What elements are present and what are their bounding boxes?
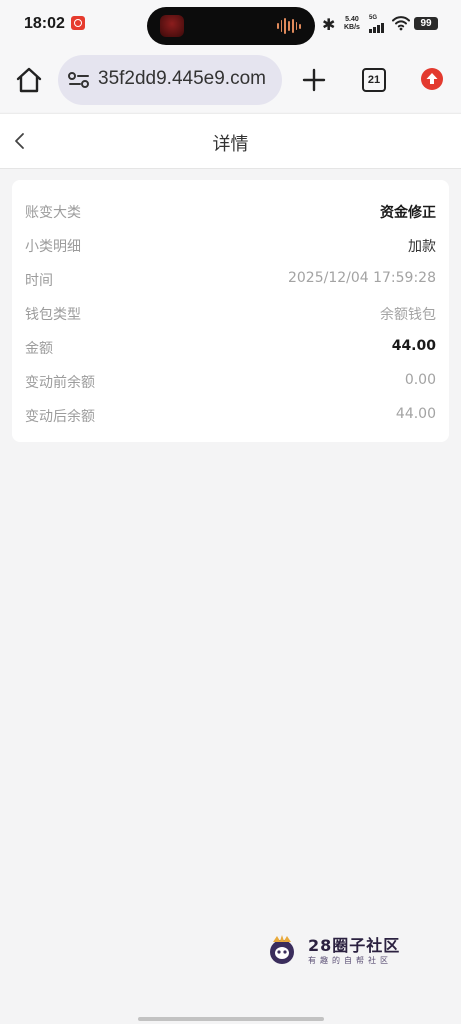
- audio-wave-icon: [277, 17, 302, 35]
- tab-switcher-button[interactable]: 21: [362, 68, 386, 92]
- url-text[interactable]: 35f2dd9.445e9.com: [98, 68, 278, 90]
- detail-value: 资金修正: [380, 205, 436, 221]
- detail-row-category: 账变大类 资金修正: [25, 200, 436, 224]
- detail-value: 余额钱包: [380, 307, 436, 323]
- bluetooth-icon: ✱: [322, 15, 336, 34]
- detail-row-balance-after: 变动后余额 44.00: [25, 404, 436, 428]
- arrow-up-icon: [426, 73, 438, 84]
- detail-row-wallet-type: 钱包类型 余额钱包: [25, 302, 436, 326]
- detail-row-time: 时间 2025/12/04 17:59:28: [25, 268, 436, 292]
- notification-app-icon: [71, 16, 85, 30]
- watermark-logo-icon: [270, 935, 294, 964]
- network-speed-value: 5.40: [345, 16, 359, 23]
- network-type: 5G: [369, 15, 378, 21]
- home-button[interactable]: [14, 65, 44, 95]
- watermark-title: 28圈子社区: [308, 936, 401, 955]
- detail-label: 小类明细: [25, 239, 81, 255]
- new-tab-button[interactable]: [300, 66, 328, 94]
- detail-label: 时间: [25, 273, 53, 289]
- page-header: 详情: [0, 113, 461, 169]
- detail-row-amount: 金额 44.00: [25, 336, 436, 360]
- detail-row-subcategory: 小类明细 加款: [25, 234, 436, 258]
- detail-label: 变动后余额: [25, 409, 95, 425]
- address-bar[interactable]: 35f2dd9.445e9.com: [58, 55, 282, 105]
- network-speed: 5.40 KB/s: [344, 16, 360, 32]
- status-bar: 18:02 ✱ 5.40 KB/s 5G 99: [0, 0, 461, 48]
- tab-count: 21: [367, 74, 381, 86]
- detail-value: 44.00: [395, 406, 436, 422]
- detail-card: 账变大类 资金修正 小类明细 加款 时间 2025/12/04 17:59:28…: [12, 180, 449, 442]
- battery-level: 99: [420, 18, 432, 29]
- watermark-subtitle: 有趣的自帮社区: [308, 956, 392, 965]
- detail-label: 账变大类: [25, 205, 81, 221]
- detail-value: 0.00: [404, 372, 436, 388]
- detail-row-balance-before: 变动前余额 0.00: [25, 370, 436, 394]
- page-title: 详情: [212, 134, 249, 155]
- browser-toolbar: 35f2dd9.445e9.com 21: [0, 48, 461, 112]
- watermark: 28圈子社区 有趣的自帮社区: [266, 931, 406, 971]
- site-settings-icon[interactable]: [68, 70, 90, 90]
- wifi-icon: [392, 16, 410, 31]
- detail-value: 加款: [408, 239, 436, 255]
- detail-value: 44.00: [391, 338, 436, 354]
- album-art-icon: [160, 15, 184, 37]
- update-button[interactable]: [421, 68, 443, 90]
- detail-label: 钱包类型: [25, 307, 81, 323]
- detail-value: 2025/12/04 17:59:28: [287, 270, 436, 286]
- detail-label: 金额: [25, 341, 53, 357]
- detail-label: 变动前余额: [25, 375, 95, 391]
- battery-icon: 99: [414, 17, 438, 30]
- status-time: 18:02: [24, 15, 65, 32]
- system-icons: ✱ 5.40 KB/s 5G 99: [322, 12, 442, 36]
- home-indicator[interactable]: [138, 1017, 324, 1021]
- dynamic-island[interactable]: [147, 7, 315, 45]
- network-speed-unit: KB/s: [344, 24, 360, 31]
